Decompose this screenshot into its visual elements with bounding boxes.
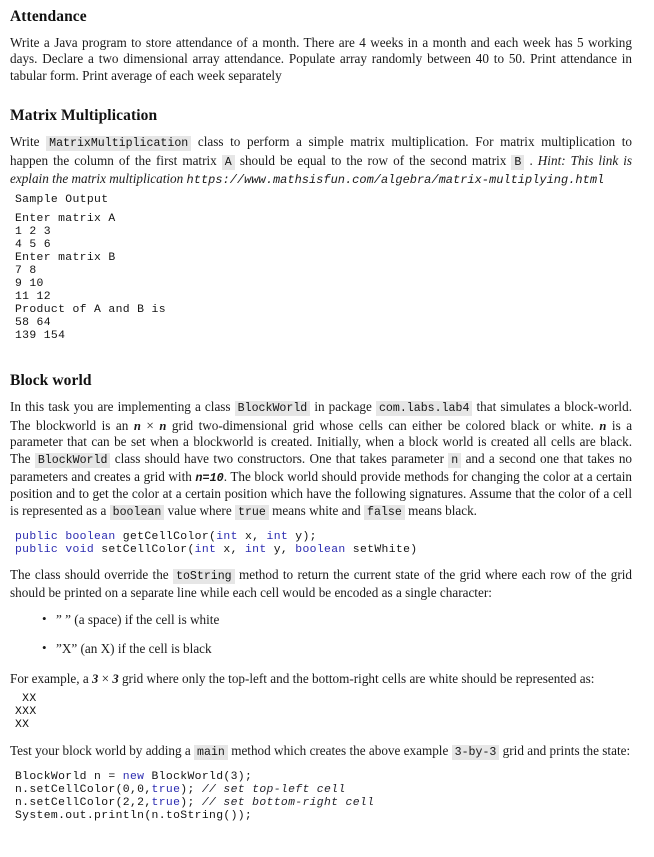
attendance-paragraph: Write a Java program to store attendance… [10,35,632,83]
bw-text-10: means white and [272,502,361,518]
list-item: ” ” (a space) if the cell is white [42,611,632,628]
mathsisfun-url[interactable]: https://www.mathsisfun.com/algebra/matri… [187,173,605,187]
mm-text-1: Write [10,134,40,150]
sig-param-y-2: y, [266,544,296,557]
kw-boolean-2: boolean [295,544,346,557]
mm-text-3: should be equal to the row of the second… [239,152,507,168]
math-n-1: n [133,418,141,433]
code-matrix-b: B [511,154,525,170]
block-world-paragraph-3: For example, a 3 × 3 grid where only the… [10,671,632,687]
kw-new: new [122,771,145,784]
kw-int-4: int [244,544,267,557]
bw2-text-1: The class should override the [10,567,169,583]
code-3-by-3: 3-by-3 [451,744,500,760]
section-heading-matrix-multiplication: Matrix Multiplication [10,107,158,125]
bw-text-11: means black. [408,502,477,518]
sample-output-label: Sample Output [15,194,109,207]
kw-public-2: public [15,544,59,557]
sig-param-x-2: x, [216,544,245,557]
document-page: Attendance Write a Java program to store… [0,0,654,823]
sig-getcellcolor: getCellColor( [115,531,217,544]
kw-public-1: public [15,531,59,544]
sig-param-y-1: y); [288,531,317,544]
math-n-equals-10: n=10 [195,471,224,486]
block-world-paragraph-2: The class should override the toString m… [10,567,632,602]
code-main: main [194,744,228,760]
kw-void-1: void [65,544,95,557]
bw4-text-2: method which creates the above example [231,742,449,758]
grid-output-block: XX XXX XX [15,693,37,731]
math-3-a: 3 [92,671,99,686]
kw-true-2: true [151,797,181,810]
block-world-paragraph-1: In this task you are implementing a clas… [10,399,632,521]
code-blockworld-2: BlockWorld [34,452,111,468]
kw-boolean-1: boolean [65,531,116,544]
main-method-code-block: BlockWorld n = new BlockWorld(3); n.setC… [10,771,632,823]
bw-text-9: value where [167,502,232,518]
kw-int-3: int [194,544,217,557]
main-l1-a: BlockWorld n = [15,771,123,784]
comment-top-left: // set top-left cell [201,784,346,797]
code-true: true [234,504,269,520]
bw4-text-3: grid and prints the state: [502,742,631,758]
sig-param-setwhite: setWhite) [345,544,418,557]
code-false: false [364,504,405,520]
bw-text-2: in package [314,399,372,415]
block-world-paragraph-4: Test your block world by adding a main m… [10,743,632,761]
main-l3-b: ); [180,797,202,810]
kw-int-1: int [216,531,238,544]
section-heading-attendance: Attendance [10,8,87,25]
code-tostring: toString [172,569,235,585]
code-blockworld: BlockWorld [234,401,311,417]
comment-bottom-right: // set bottom-right cell [201,797,375,810]
code-matrix-a: A [221,154,235,170]
matrix-multiplication-paragraph: Write MatrixMultiplication class to perf… [10,134,632,188]
code-matrixmultiplication: MatrixMultiplication [46,136,192,152]
code-boolean: boolean [109,504,165,520]
kw-int-2: int [266,531,289,544]
bw3-text-2: grid where only the top-left and the bot… [121,670,595,686]
code-param-n: n [448,452,462,468]
method-signatures-block: public boolean getCellColor(int x, int y… [10,531,632,557]
bw4-text-1: Test your block world by adding a [10,742,191,758]
sig-setcellcolor: setCellColor( [94,544,195,557]
bw-text-4: grid two-dimensional grid whose cells ca… [171,417,594,433]
kw-true-1: true [151,784,181,797]
math-times-2: × [101,670,110,686]
main-l1-b: BlockWorld(3); [144,771,253,784]
cell-encoding-list: ” ” (a space) if the cell is white ”X” (… [10,611,632,658]
bw3-text-1: For example, a [10,670,89,686]
code-package-name: com.labs.lab4 [375,401,473,417]
list-item: ”X” (an X) if the cell is black [42,640,632,657]
section-heading-block-world: Block world [10,372,92,390]
math-n-2: n [159,418,167,433]
mm-text-4: . [529,152,533,168]
math-n-3: n [599,418,607,433]
main-l2-b: ); [180,784,202,797]
main-l2-a: n.setCellColor(0,0, [15,784,152,797]
main-l3-a: n.setCellColor(2,2, [15,797,152,810]
bw-text-6: class should have two constructors. One … [114,450,444,466]
main-l4: System.out.println(n.toString()); [15,809,253,822]
math-3-b: 3 [112,671,119,686]
sig-param-x-1: x, [237,531,267,544]
math-times-1: × [146,417,154,433]
sample-output-block: Enter matrix A 1 2 3 4 5 6 Enter matrix … [15,213,166,342]
bw-text-1: In this task you are implementing a clas… [10,399,231,415]
